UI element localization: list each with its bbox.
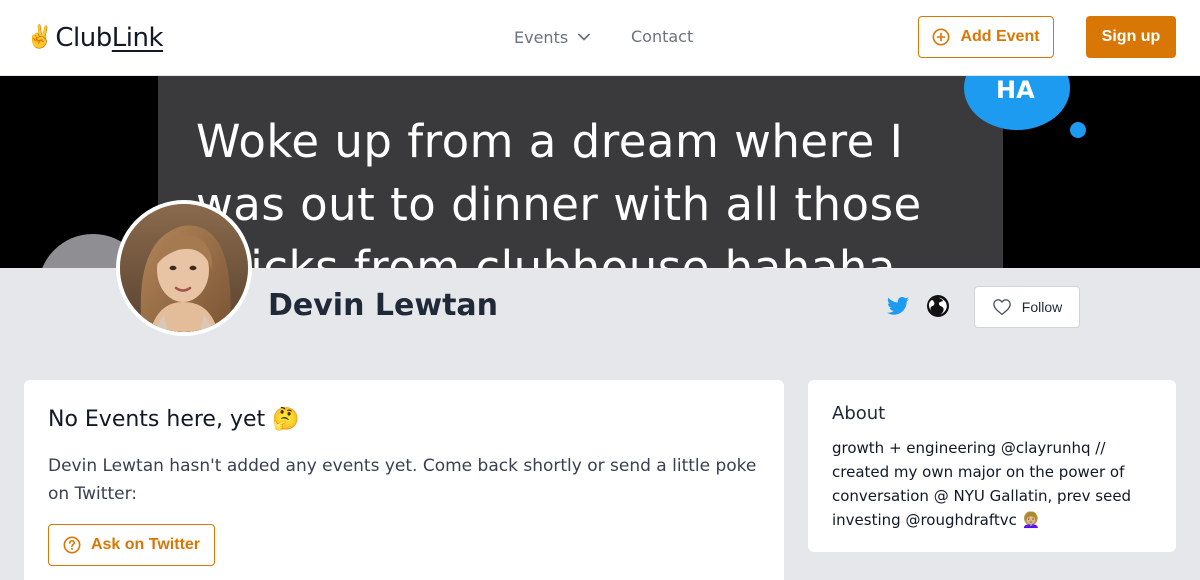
twitter-profile-link[interactable] [886, 294, 910, 318]
avatar-photo [120, 204, 248, 332]
events-card: No Events here, yet 🤔 Devin Lewtan hasn'… [24, 380, 784, 580]
events-empty-title: No Events here, yet 🤔 [48, 407, 300, 432]
logo-text: ClubLink [55, 23, 163, 53]
banner-tweet-line: Woke up from a dream where I [196, 115, 904, 168]
victory-hand-icon: ✌️ [26, 25, 54, 50]
banner-tweet-line: chicks from clubhouse hahaha [196, 241, 896, 268]
follow-label: Follow [1021, 299, 1063, 315]
banner-tweet-line: was out to dinner with all those [196, 178, 922, 231]
sign-up-button[interactable]: Sign up [1086, 16, 1176, 58]
ask-on-twitter-label: Ask on Twitter [90, 536, 201, 553]
website-link[interactable] [926, 294, 950, 318]
site-header: ✌️ ClubLink Events Contact Add Event Sig… [0, 0, 1200, 76]
nav-contact-link[interactable]: Contact [631, 26, 693, 48]
nav-events-label: Events [514, 27, 569, 47]
events-empty-description: Devin Lewtan hasn't added any events yet… [48, 456, 757, 504]
banner-tweet-text: Woke up from a dream where I was out to … [196, 110, 996, 268]
chevron-down-icon [578, 33, 591, 41]
globe-icon [927, 295, 949, 317]
question-circle-icon [63, 536, 81, 554]
heart-icon [992, 299, 1011, 316]
twitter-icon [887, 297, 909, 315]
avatar [116, 200, 252, 336]
plus-circle-icon [932, 28, 950, 46]
ask-on-twitter-button[interactable]: Ask on Twitter [48, 524, 215, 566]
logo-text-link: Link [111, 23, 164, 53]
add-event-label: Add Event [960, 28, 1040, 45]
about-card: About growth + engineering @clayrunhq //… [808, 380, 1176, 552]
logo-text-club: Club [55, 23, 112, 53]
banner-ha-dot [1070, 122, 1086, 138]
nav-events-dropdown[interactable]: Events [514, 26, 591, 48]
profile-name: Devin Lewtan [268, 288, 499, 323]
clublink-logo[interactable]: ✌️ ClubLink [26, 20, 164, 56]
add-event-button[interactable]: Add Event [918, 16, 1054, 58]
about-title: About [832, 403, 886, 424]
about-bio: growth + engineering @clayrunhq // creat… [832, 439, 1132, 529]
follow-button[interactable]: Follow [974, 286, 1080, 328]
banner-ha-text: HA [996, 76, 1035, 104]
